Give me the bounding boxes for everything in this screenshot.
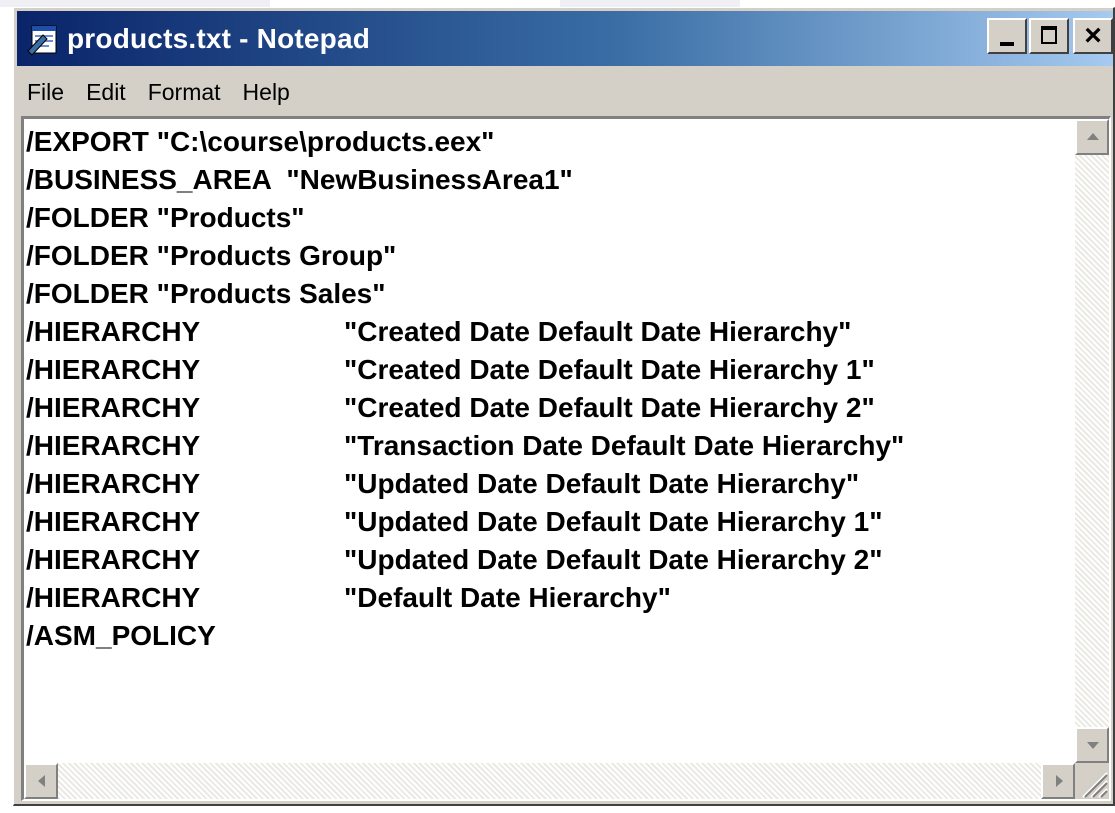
scroll-left-button[interactable] — [24, 763, 58, 799]
line-argument: "Updated Date Default Date Hierarchy" — [344, 468, 860, 499]
arrow-left-icon — [38, 775, 45, 787]
menu-file[interactable]: File — [17, 79, 75, 106]
horizontal-scrollbar[interactable] — [24, 763, 1075, 799]
line-command: /FOLDER "Products Group" — [26, 240, 397, 271]
background-shape-right — [560, 0, 740, 7]
arrow-down-icon — [1087, 742, 1099, 749]
scroll-down-button[interactable] — [1075, 727, 1109, 763]
line-command: /BUSINESS_AREA "NewBusinessArea1" — [26, 164, 573, 195]
arrow-right-icon — [1056, 775, 1063, 787]
line-command: /FOLDER "Products Sales" — [26, 278, 386, 309]
menu-edit[interactable]: Edit — [75, 79, 137, 106]
line-argument: "Default Date Hierarchy" — [344, 582, 671, 613]
line-command: /HIERARCHY — [26, 354, 201, 385]
line-argument: "Updated Date Default Date Hierarchy 1" — [344, 506, 883, 537]
line-command: /EXPORT "C:\course\products.eex" — [26, 126, 495, 157]
close-button[interactable]: × — [1073, 18, 1113, 54]
text-line: /HIERARCHY "Updated Date Default Date Hie… — [26, 503, 882, 541]
menu-bar: File Edit Format Help — [17, 70, 1113, 114]
line-command: /HIERARCHY — [26, 506, 201, 537]
line-command: /HIERARCHY — [26, 582, 201, 613]
minimize-icon — [1000, 42, 1014, 46]
text-line: /HIERARCHY "Updated Date Default Date Hie… — [26, 541, 882, 579]
text-line: /FOLDER "Products Sales" — [26, 275, 386, 313]
menu-format[interactable]: Format — [137, 79, 232, 106]
maximize-button[interactable] — [1029, 18, 1069, 54]
text-line: /HIERARCHY "Updated Date Default Date Hie… — [26, 465, 859, 503]
text-line: /ASM_POLICY — [26, 617, 216, 655]
line-command: /HIERARCHY — [26, 544, 201, 575]
title-bar[interactable]: products.txt - Notepad × — [17, 11, 1113, 66]
background-shape-left — [0, 0, 270, 7]
line-argument: "Created Date Default Date Hierarchy 2" — [344, 392, 875, 423]
close-icon: × — [1084, 19, 1102, 52]
scroll-right-button[interactable] — [1041, 763, 1075, 799]
notepad-window: products.txt - Notepad × File Edit Forma… — [13, 7, 1115, 806]
menu-help[interactable]: Help — [232, 79, 301, 106]
maximize-icon — [1041, 26, 1057, 44]
line-argument: "Created Date Default Date Hierarchy 1" — [344, 354, 875, 385]
text-line: /FOLDER "Products Group" — [26, 237, 396, 275]
text-editor[interactable]: /EXPORT "C:\course\products.eex" /BUSINE… — [21, 116, 1111, 801]
window-controls: × — [987, 18, 1113, 54]
line-command: /HIERARCHY — [26, 430, 201, 461]
line-argument: "Updated Date Default Date Hierarchy 2" — [344, 544, 883, 575]
text-line: /HIERARCHY "Created Date Default Date Hie… — [26, 313, 851, 351]
notepad-icon — [27, 25, 57, 56]
text-line: /HIERARCHY "Created Date Default Date Hie… — [26, 351, 875, 389]
text-line: /BUSINESS_AREA "NewBusinessArea1" — [26, 161, 573, 199]
line-command: /HIERARCHY — [26, 316, 201, 347]
vertical-scrollbar[interactable] — [1075, 119, 1109, 763]
line-argument: "Created Date Default Date Hierarchy" — [344, 316, 852, 347]
text-line: /HIERARCHY "Transaction Date Default Date… — [26, 427, 904, 465]
line-command: /FOLDER "Products" — [26, 202, 305, 233]
text-line: /EXPORT "C:\course\products.eex" — [26, 123, 494, 161]
line-command: /HIERARCHY — [26, 392, 201, 423]
text-line: /FOLDER "Products" — [26, 199, 305, 237]
line-command: /HIERARCHY — [26, 468, 201, 499]
window-title: products.txt - Notepad — [67, 22, 371, 54]
line-argument: "Transaction Date Default Date Hierarchy… — [344, 430, 905, 461]
resize-grip-icon — [1082, 772, 1108, 798]
resize-grip[interactable] — [1075, 763, 1109, 799]
text-line: /HIERARCHY "Default Date Hierarchy" — [26, 579, 671, 617]
scroll-up-button[interactable] — [1075, 119, 1109, 155]
minimize-button[interactable] — [987, 18, 1027, 54]
text-content[interactable]: /EXPORT "C:\course\products.eex" /BUSINE… — [24, 119, 1075, 763]
text-line: /HIERARCHY "Created Date Default Date Hie… — [26, 389, 875, 427]
arrow-up-icon — [1087, 133, 1099, 140]
line-command: /ASM_POLICY — [26, 620, 216, 651]
